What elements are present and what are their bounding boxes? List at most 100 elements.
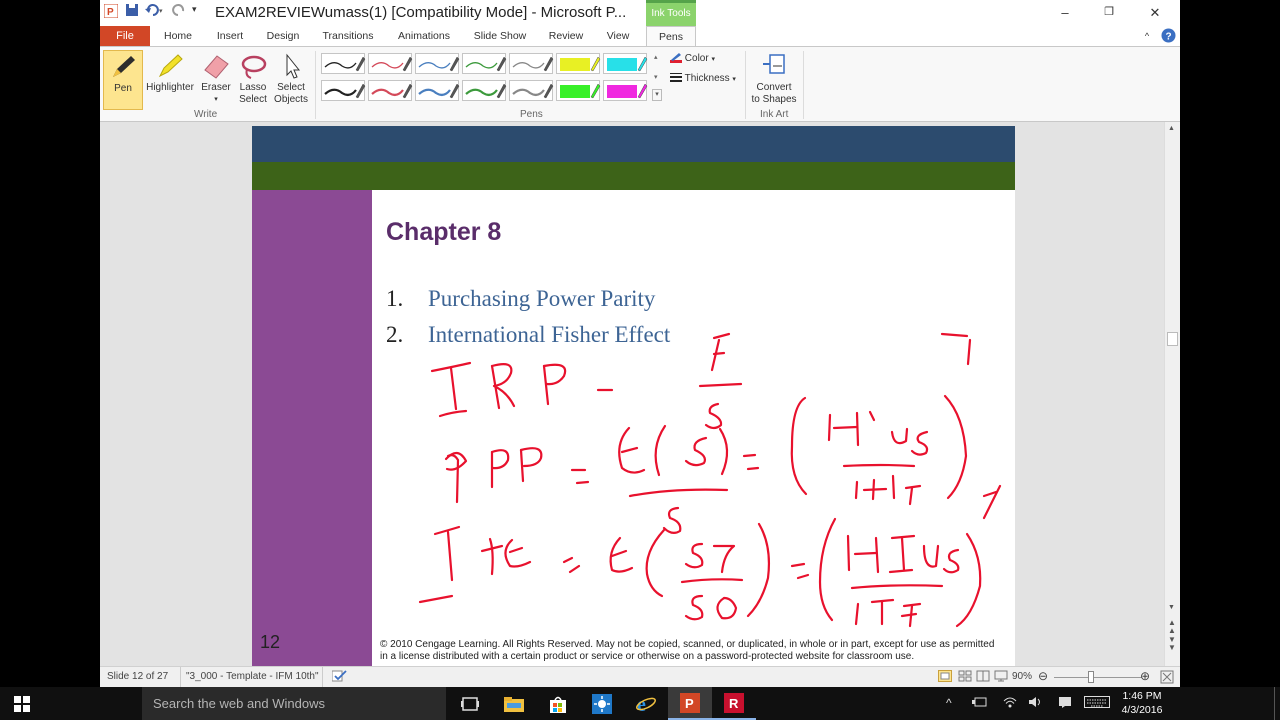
scroll-up-icon[interactable]: ▲: [1168, 125, 1175, 132]
vertical-scrollbar[interactable]: ▲ ▼ ▲ ▲ ▼ ▼: [1164, 122, 1180, 666]
slide-sorter-icon[interactable]: [958, 670, 972, 685]
powerpoint-app-icon[interactable]: P: [103, 3, 119, 21]
zoom-out-icon[interactable]: ⊖: [1038, 669, 1048, 683]
gallery-scroll-up-icon[interactable]: ▴: [654, 53, 658, 61]
ribbon-pens: Pen Highlighter Eraser ▾ Lasso Select Se…: [100, 46, 1180, 122]
customize-qat-icon[interactable]: ▾: [192, 4, 197, 15]
wifi-icon[interactable]: [1002, 696, 1018, 711]
svg-text:▾: ▾: [159, 8, 163, 15]
undo-icon[interactable]: ▾: [145, 3, 165, 20]
collapse-ribbon-icon[interactable]: ^: [1140, 26, 1154, 46]
zoom-slider-thumb[interactable]: [1088, 671, 1094, 683]
zoom-level[interactable]: 90%: [1012, 671, 1032, 682]
pen-swatch[interactable]: [462, 80, 507, 101]
pen-swatch[interactable]: [556, 80, 601, 101]
title-bar: P ▾ ▾ EXAM2REVIEWumass(1) [Compatibility…: [100, 0, 1180, 26]
tab-animations[interactable]: Animations: [394, 26, 454, 46]
battery-icon[interactable]: [972, 696, 988, 711]
pen-icon: [104, 51, 142, 83]
help-icon[interactable]: ?: [1160, 26, 1176, 46]
divider: [315, 51, 316, 119]
store-icon[interactable]: [536, 687, 580, 720]
divider: [180, 667, 181, 687]
pen-button[interactable]: Pen: [103, 50, 143, 110]
start-button[interactable]: [0, 687, 44, 720]
eraser-dropdown-icon: ▾: [214, 96, 218, 103]
zoom-slider[interactable]: [1054, 677, 1142, 678]
zoom-in-icon[interactable]: ⊕: [1140, 669, 1150, 683]
svg-text:P: P: [685, 696, 694, 711]
ink-tools-context-label: Ink Tools: [646, 0, 696, 26]
save-icon[interactable]: [125, 3, 139, 20]
tab-pens[interactable]: Pens: [646, 26, 696, 46]
divider: [803, 51, 804, 119]
pens-group-label: Pens: [520, 109, 543, 120]
pen-swatch[interactable]: [603, 53, 648, 74]
previous-slide-icon[interactable]: ▲ ▲: [1168, 619, 1176, 635]
keyboard-icon[interactable]: [1084, 696, 1110, 711]
task-view-icon[interactable]: [448, 687, 492, 720]
tab-file[interactable]: File: [100, 26, 150, 46]
pen-swatch[interactable]: [321, 80, 366, 101]
scroll-thumb[interactable]: [1167, 332, 1178, 346]
pen-swatch[interactable]: [462, 53, 507, 74]
cursor-arrow-icon: [271, 50, 311, 82]
volume-icon[interactable]: [1028, 696, 1044, 711]
redo-icon[interactable]: [172, 3, 186, 20]
select-objects-button[interactable]: Select Objects: [271, 50, 311, 110]
left-black-border: [0, 0, 100, 687]
powerpoint-taskbar-icon[interactable]: P: [668, 687, 712, 720]
gallery-more-icon[interactable]: ▾: [652, 89, 662, 101]
eraser-button[interactable]: Eraser ▾: [198, 50, 234, 110]
slide-show-icon[interactable]: [994, 670, 1008, 685]
show-hidden-icons[interactable]: ^: [946, 696, 952, 710]
eraser-icon: [198, 50, 234, 82]
scroll-down-icon[interactable]: ▼: [1168, 604, 1175, 611]
close-button[interactable]: ✕: [1145, 5, 1165, 21]
fit-to-window-icon[interactable]: [1160, 670, 1174, 687]
pen-swatch[interactable]: [368, 53, 413, 74]
recorder-app-icon[interactable]: R: [712, 687, 756, 720]
slide-12[interactable]: Chapter 8 1. Purchasing Power Parity 2. In…: [252, 126, 1015, 666]
minimize-button[interactable]: –: [1055, 5, 1075, 20]
svg-text:?: ?: [1165, 32, 1171, 43]
pen-swatch[interactable]: [321, 53, 366, 74]
pen-swatch[interactable]: [603, 80, 648, 101]
next-slide-icon[interactable]: ▼ ▼: [1168, 636, 1176, 652]
slide-editing-area[interactable]: Chapter 8 1. Purchasing Power Parity 2. In…: [100, 122, 1164, 666]
lasso-select-button[interactable]: Lasso Select: [236, 50, 270, 110]
file-explorer-icon[interactable]: [492, 687, 536, 720]
highlighter-button[interactable]: Highlighter: [143, 50, 197, 110]
taskbar-search-input[interactable]: Search the web and Windows: [142, 687, 446, 720]
tab-transitions[interactable]: Transitions: [318, 26, 378, 46]
show-desktop-button[interactable]: [1274, 687, 1280, 720]
color-button[interactable]: Color ▾: [670, 53, 715, 64]
highlighter-icon: [143, 50, 197, 82]
notification-center-icon[interactable]: [1058, 696, 1072, 711]
pen-swatch[interactable]: [509, 53, 554, 74]
tab-insert[interactable]: Insert: [210, 26, 250, 46]
tab-home[interactable]: Home: [158, 26, 198, 46]
pen-swatch[interactable]: [509, 80, 554, 101]
pen-swatch[interactable]: [415, 53, 460, 74]
convert-to-shapes-button[interactable]: Convert to Shapes: [749, 50, 799, 110]
status-bar: Slide 12 of 27 "3_000 - Template - IFM 1…: [100, 666, 1180, 687]
document-title: EXAM2REVIEWumass(1) [Compatibility Mode]…: [215, 4, 627, 21]
ink-annotations[interactable]: [252, 126, 1015, 666]
gallery-scroll-down-icon[interactable]: ▾: [654, 73, 658, 81]
weather-app-icon[interactable]: [580, 687, 624, 720]
internet-explorer-icon[interactable]: e: [624, 687, 668, 720]
pen-swatch[interactable]: [556, 53, 601, 74]
tab-slide-show[interactable]: Slide Show: [470, 26, 530, 46]
normal-view-icon[interactable]: [938, 670, 952, 685]
tab-review[interactable]: Review: [544, 26, 588, 46]
spelling-check-icon[interactable]: [331, 670, 348, 685]
reading-view-icon[interactable]: [976, 670, 990, 685]
restore-button[interactable]: ❐: [1099, 5, 1119, 18]
thickness-button[interactable]: Thickness ▾: [670, 72, 736, 85]
tab-view[interactable]: View: [600, 26, 636, 46]
pen-swatch[interactable]: [368, 80, 413, 101]
tab-design[interactable]: Design: [262, 26, 304, 46]
taskbar-clock[interactable]: 1:46 PM 4/3/2016: [1116, 689, 1168, 717]
pen-swatch[interactable]: [415, 80, 460, 101]
